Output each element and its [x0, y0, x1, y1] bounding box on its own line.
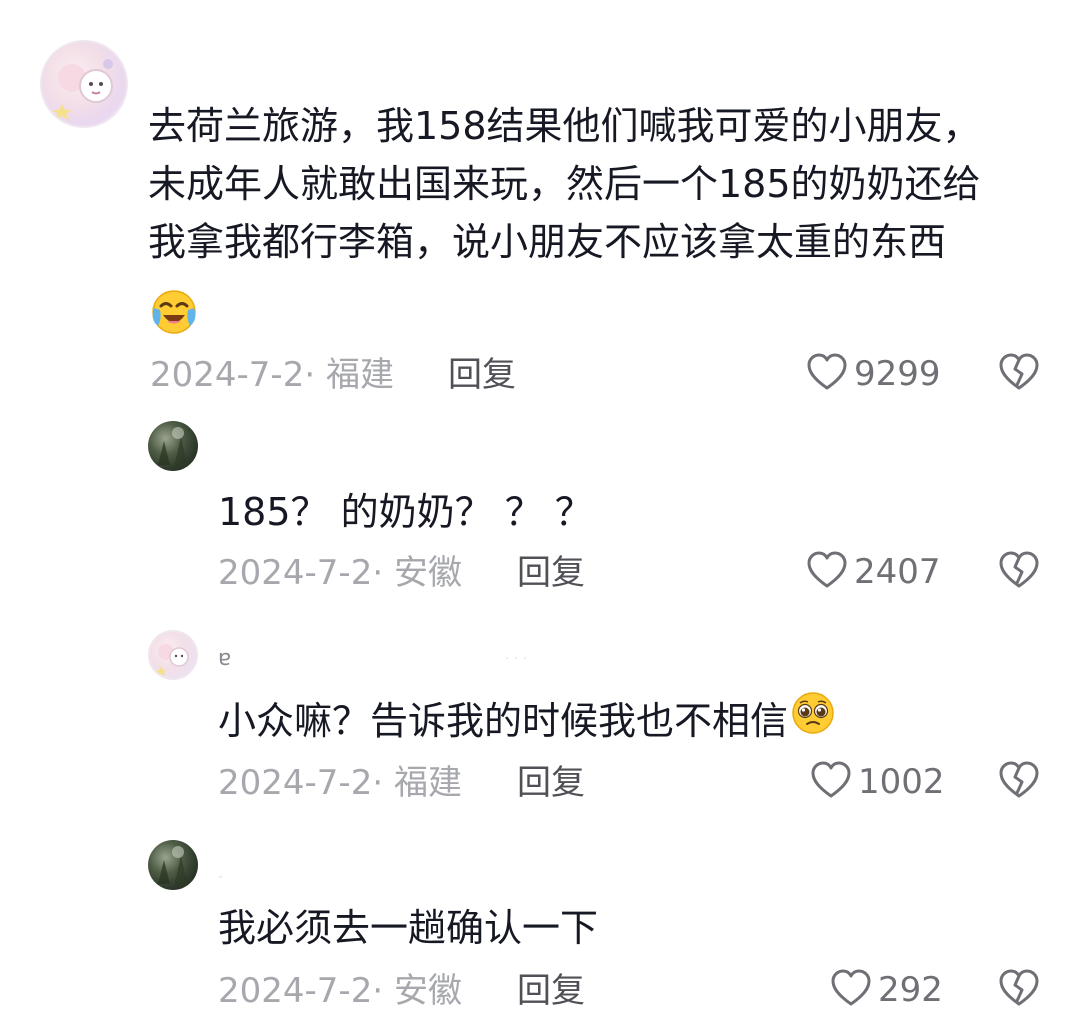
username-decoration: · · ·: [505, 651, 528, 667]
comment-text-content: 小众嘛？告诉我的时候我也不相信: [218, 699, 789, 743]
broken-heart-icon[interactable]: [998, 968, 1040, 1012]
reply-button[interactable]: 回复: [517, 556, 585, 590]
comment-location: 福建: [393, 763, 462, 803]
comment-text: 去荷兰旅游，我158结果他们喊我可爱的小朋友， 未成年人就敢出国来玩，然后一个1…: [148, 97, 1048, 271]
heart-icon: [810, 760, 852, 804]
broken-heart-icon[interactable]: [998, 352, 1040, 396]
reply-item: ɐ · · · 小众嘛？告诉我的时候我也不相信 2024-7-2· 福建 回复: [0, 610, 1080, 820]
comment-text-line: 我拿我都行李箱，说小朋友不应该拿太重的东西: [148, 220, 947, 264]
avatar[interactable]: [148, 421, 198, 471]
comment-location: 福建: [325, 355, 394, 395]
reply-item: 185？ 的奶奶？ ？ ？ 2024-7-2· 安徽 回复 2407: [0, 400, 1080, 610]
comment-text-line: 去荷兰旅游，我158结果他们喊我可爱的小朋友，: [148, 104, 981, 148]
reply-button[interactable]: 回复: [517, 766, 585, 800]
comment-date: 2024-7-2·: [218, 971, 384, 1011]
heart-icon: [806, 550, 848, 594]
broken-heart-icon[interactable]: [998, 760, 1040, 804]
like-count: 2407: [854, 552, 941, 592]
like-button[interactable]: 1002: [810, 760, 945, 804]
comment-location: 安徽: [393, 971, 462, 1011]
username: -: [218, 869, 224, 885]
avatar[interactable]: [148, 630, 198, 680]
comment-meta: 2024-7-2· 福建: [218, 766, 462, 800]
like-button[interactable]: 9299: [806, 352, 941, 396]
like-count: 292: [878, 970, 943, 1010]
comment-date: 2024-7-2·: [218, 553, 384, 593]
comment-meta: 2024-7-2· 福建: [150, 358, 394, 392]
reply-button[interactable]: 回复: [517, 974, 585, 1008]
username: ɐ: [218, 646, 232, 671]
crying-laughing-emoji: [150, 288, 198, 340]
like-count: 1002: [858, 762, 945, 802]
like-button[interactable]: 2407: [806, 550, 941, 594]
heart-icon: [830, 968, 872, 1012]
comment-item: 去荷兰旅游，我158结果他们喊我可爱的小朋友， 未成年人就敢出国来玩，然后一个1…: [0, 0, 1080, 400]
reply-item: - 我必须去一趟确认一下 2024-7-2· 安徽 回复 292: [0, 820, 1080, 1029]
comment-meta: 2024-7-2· 安徽: [218, 556, 462, 590]
like-count: 9299: [854, 354, 941, 394]
avatar[interactable]: [148, 840, 198, 890]
avatar[interactable]: [40, 40, 128, 128]
comment-text: 小众嘛？告诉我的时候我也不相信: [218, 690, 998, 752]
comment-meta: 2024-7-2· 安徽: [218, 974, 462, 1008]
comment-date: 2024-7-2·: [150, 355, 316, 395]
comment-date: 2024-7-2·: [218, 763, 384, 803]
pleading-face-emoji: [790, 690, 836, 752]
reply-button[interactable]: 回复: [448, 358, 516, 392]
like-button[interactable]: 292: [830, 968, 943, 1012]
comment-text-line: 未成年人就敢出国来玩，然后一个185的奶奶还给: [148, 162, 981, 206]
comment-text: 185？ 的奶奶？ ？ ？: [218, 490, 593, 534]
broken-heart-icon[interactable]: [998, 550, 1040, 594]
comment-location: 安徽: [393, 553, 462, 593]
comment-text: 我必须去一趟确认一下: [218, 906, 599, 950]
heart-icon: [806, 352, 848, 396]
